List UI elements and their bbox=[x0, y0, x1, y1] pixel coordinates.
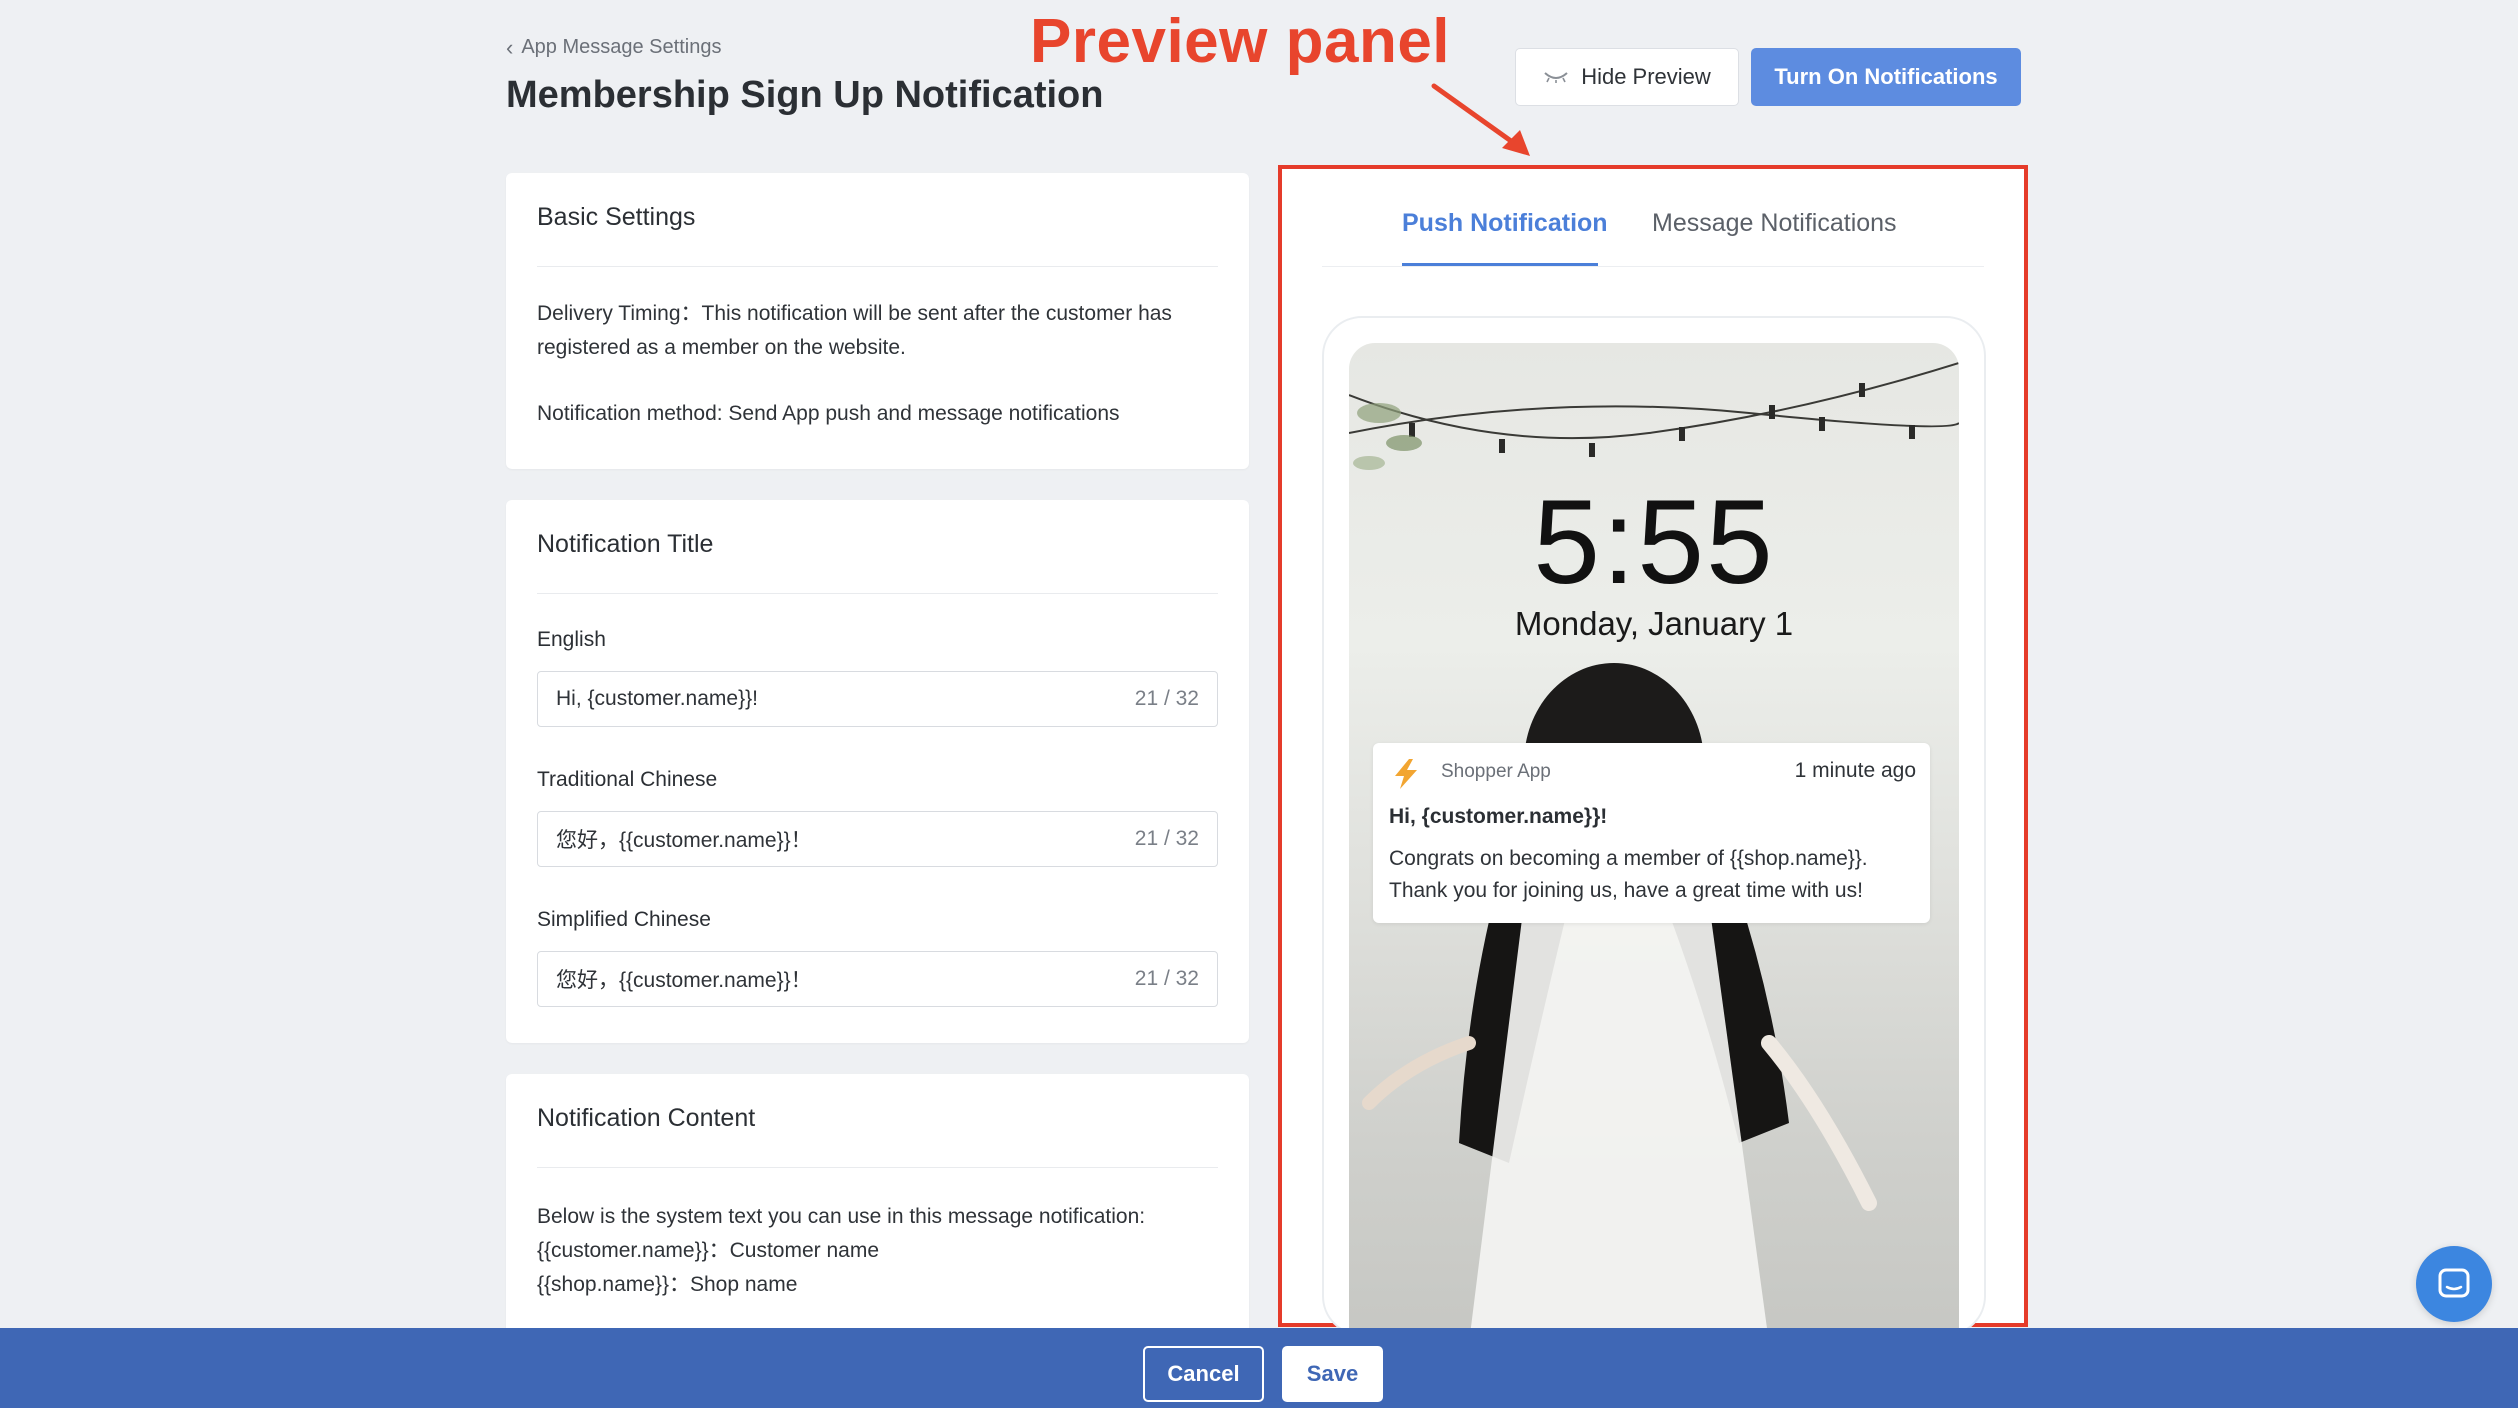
save-button[interactable]: Save bbox=[1282, 1346, 1383, 1402]
chat-icon bbox=[2438, 1268, 2470, 1298]
hide-preview-button[interactable]: Hide Preview bbox=[1515, 48, 1739, 106]
notification-time: 1 minute ago bbox=[1794, 759, 1916, 782]
simplified-chinese-label: Simplified Chinese bbox=[537, 908, 711, 931]
divider bbox=[537, 593, 1218, 594]
traditional-chinese-label: Traditional Chinese bbox=[537, 768, 718, 791]
breadcrumb-label: App Message Settings bbox=[521, 36, 722, 58]
breadcrumb[interactable]: ‹ App Message Settings bbox=[506, 36, 721, 59]
customer-name-variable: {{customer.name}}：Customer name bbox=[537, 1239, 880, 1262]
divider bbox=[537, 1167, 1218, 1168]
char-count: 21 / 32 bbox=[1134, 967, 1199, 990]
eye-closed-icon bbox=[1544, 72, 1568, 83]
basic-settings-card: Basic Settings Delivery Timing：This noti… bbox=[506, 173, 1249, 469]
preview-panel: Push Notification Message Notifications bbox=[1278, 165, 2028, 1343]
divider bbox=[537, 266, 1218, 267]
delivery-timing-text: Delivery Timing：This notification will b… bbox=[537, 302, 1172, 359]
lockscreen-date: Monday, January 1 bbox=[1514, 605, 1794, 642]
system-text-intro: Below is the system text you can use in … bbox=[537, 1205, 1146, 1228]
push-notification-card: Shopper App 1 minute ago Hi, {customer.n… bbox=[1373, 743, 1930, 923]
char-count: 21 / 32 bbox=[1134, 687, 1199, 710]
traditional-chinese-title-input[interactable]: 您好，{{customer.name}}！ 21 / 32 bbox=[537, 811, 1218, 867]
lockscreen-clock: 5:55 bbox=[1533, 475, 1775, 609]
notification-method-text: Notification method: Send App push and m… bbox=[537, 402, 1120, 425]
notification-app-name: Shopper App bbox=[1441, 761, 1551, 782]
cancel-button[interactable]: Cancel bbox=[1143, 1346, 1264, 1402]
phone-mockup: 5:55 Monday, January 1 Shopper App 1 min… bbox=[1322, 316, 1986, 1343]
english-label: English bbox=[537, 628, 606, 651]
page-title: Membership Sign Up Notification bbox=[506, 74, 1104, 116]
english-title-value: Hi, {customer.name}}! bbox=[556, 687, 758, 710]
simplified-chinese-title-input[interactable]: 您好，{{customer.name}}！ 21 / 32 bbox=[537, 951, 1218, 1007]
notification-content-heading: Notification Content bbox=[537, 1104, 756, 1132]
simplified-chinese-title-value: 您好，{{customer.name}}！ bbox=[556, 969, 812, 992]
turn-on-notifications-button[interactable]: Turn On Notifications bbox=[1751, 48, 2021, 106]
tab-message-notifications[interactable]: Message Notifications bbox=[1652, 209, 1897, 238]
hide-preview-label: Hide Preview bbox=[1581, 64, 1711, 89]
char-count: 21 / 32 bbox=[1134, 827, 1199, 850]
basic-settings-title: Basic Settings bbox=[537, 203, 696, 231]
chevron-left-icon: ‹ bbox=[506, 34, 514, 60]
shopper-app-bolt-icon bbox=[1395, 759, 1417, 789]
notification-title-card: Notification Title English Hi, {customer… bbox=[506, 500, 1249, 1043]
shop-name-variable: {{shop.name}}：Shop name bbox=[537, 1273, 798, 1296]
tabs-divider bbox=[1322, 266, 1984, 267]
tab-push-notification[interactable]: Push Notification bbox=[1402, 209, 1608, 238]
notification-body: Congrats on becoming a member of {{shop.… bbox=[1389, 847, 1868, 902]
notification-content-card: Notification Content Below is the system… bbox=[506, 1074, 1249, 1334]
lockscreen-wallpaper: 5:55 Monday, January 1 Shopper App 1 min… bbox=[1349, 343, 1959, 1343]
english-title-input[interactable]: Hi, {customer.name}}! 21 / 32 bbox=[537, 671, 1218, 727]
chat-button[interactable] bbox=[2416, 1246, 2492, 1322]
notification-title-heading: Notification Title bbox=[537, 530, 714, 558]
traditional-chinese-title-value: 您好，{{customer.name}}！ bbox=[556, 829, 812, 852]
annotation-label: Preview panel bbox=[1030, 7, 1451, 76]
notification-title: Hi, {customer.name}}! bbox=[1389, 805, 1608, 828]
